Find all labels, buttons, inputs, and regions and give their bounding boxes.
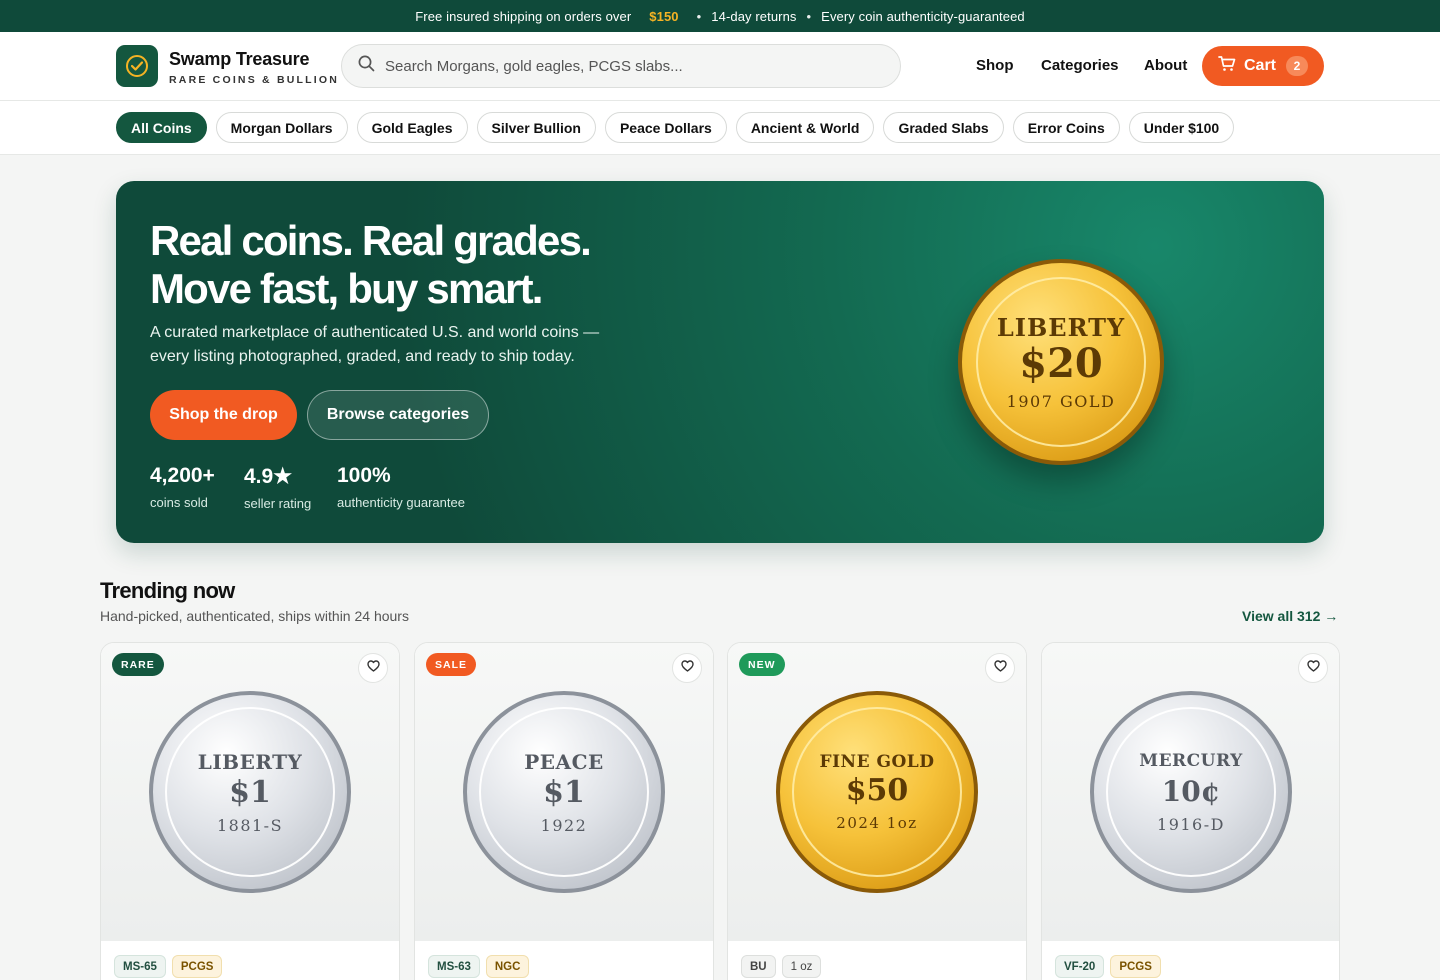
coin-bottom-text: 1922 xyxy=(540,815,588,835)
favorite-button[interactable] xyxy=(672,653,702,683)
hero-subtitle: A curated marketplace of authenticated U… xyxy=(150,324,600,365)
hero-banner: Real coins. Real grades. Move fast, buy … xyxy=(116,181,1324,543)
announcement-separator: • xyxy=(806,8,812,24)
stat-value: 4.9★ xyxy=(244,465,293,488)
product-tags: BU 1 oz xyxy=(741,955,822,978)
favorite-button[interactable] xyxy=(1298,653,1328,683)
grading-service-tag: PCGS xyxy=(1110,955,1161,978)
stat-coins-sold: 4,200+ coins sold xyxy=(150,464,215,510)
chip-morgan-dollars[interactable]: Morgan Dollars xyxy=(215,112,348,143)
hero-coin-image: LIBERTY $20 1907 GOLD xyxy=(958,259,1164,465)
search-icon xyxy=(358,55,375,77)
announcement-returns: 14-day returns xyxy=(711,8,797,24)
coin-top-text: PEACE xyxy=(524,749,604,774)
stat-label: coins sold xyxy=(150,495,208,510)
heart-icon xyxy=(680,659,694,677)
hero-title-line-1: Real coins. Real grades. xyxy=(150,217,592,264)
logo[interactable] xyxy=(116,45,158,87)
coin-top-text: MERCURY xyxy=(1139,750,1243,771)
category-chips: All Coins Morgan Dollars Gold Eagles Sil… xyxy=(0,101,1440,155)
cart-icon xyxy=(1218,55,1236,77)
coin-bottom-text: 1916-D xyxy=(1157,814,1225,834)
coin-denomination: $20 xyxy=(1019,340,1103,387)
coin-image: MERCURY 10¢ 1916-D xyxy=(1090,691,1292,893)
announcement-authenticity: Every coin authenticity-guaranteed xyxy=(821,8,1025,24)
stat-label: seller rating xyxy=(244,496,312,511)
coin-image: LIBERTY $1 1881-S xyxy=(149,691,351,893)
chip-under-100[interactable]: Under $100 xyxy=(1128,112,1235,143)
stat-authenticity: 100% authenticity guarantee xyxy=(337,464,465,510)
brand-tagline: RARE COINS & BULLION xyxy=(169,74,339,86)
stat-value: 100% xyxy=(337,464,391,487)
chip-error-coins[interactable]: Error Coins xyxy=(1012,112,1120,143)
coin-bottom-text: 1907 GOLD xyxy=(1006,392,1116,411)
coin-image: PEACE $1 1922 xyxy=(463,691,665,893)
cart-button[interactable]: Cart 2 xyxy=(1202,46,1324,86)
product-card[interactable]: SALE PEACE $1 1922 MS-63 NGC xyxy=(414,642,714,980)
grade-tag: VF-20 xyxy=(1055,955,1105,978)
site-header: Swamp Treasure RARE COINS & BULLION Shop… xyxy=(0,32,1440,101)
product-card[interactable]: MERCURY 10¢ 1916-D VF-20 PCGS xyxy=(1041,642,1340,980)
favorite-button[interactable] xyxy=(358,653,388,683)
grading-service-tag: PCGS xyxy=(171,955,223,978)
stat-value: 4,200+ xyxy=(150,464,215,487)
coin-denomination: $50 xyxy=(845,773,909,808)
grading-service-tag: NGC xyxy=(485,955,530,978)
product-badge: RARE xyxy=(112,653,164,676)
stat-seller-rating: 4.9★ seller rating xyxy=(244,464,311,511)
coin-top-text: LIBERTY xyxy=(197,749,303,774)
coin-image: FINE GOLD $50 2024 1oz xyxy=(776,691,978,893)
search-bar[interactable] xyxy=(341,44,901,88)
stat-label: authenticity guarantee xyxy=(337,495,465,510)
product-card[interactable]: RARE LIBERTY $1 1881-S MS-65 PCGS xyxy=(100,642,400,980)
nav-about[interactable]: About xyxy=(1144,57,1187,74)
search-input[interactable] xyxy=(385,57,865,75)
chip-all-coins[interactable]: All Coins xyxy=(116,112,207,143)
coin-denomination: 10¢ xyxy=(1161,774,1221,808)
heart-icon xyxy=(993,659,1007,677)
weight-tag: 1 oz xyxy=(781,955,822,978)
product-card[interactable]: NEW FINE GOLD $50 2024 1oz BU 1 oz xyxy=(727,642,1027,980)
brand-name[interactable]: Swamp Treasure xyxy=(169,49,309,70)
coin-bottom-text: 1881-S xyxy=(216,815,284,835)
nav-categories[interactable]: Categories xyxy=(1041,57,1119,74)
grade-tag: MS-63 xyxy=(428,955,480,978)
product-tags: MS-65 PCGS xyxy=(114,955,223,978)
coin-denomination: $1 xyxy=(543,774,585,810)
view-all-link[interactable]: View all 312 → xyxy=(1242,608,1338,624)
coin-bottom-text: 2024 1oz xyxy=(836,814,918,832)
product-badge: SALE xyxy=(426,653,477,676)
coin-top-text: FINE GOLD xyxy=(819,752,935,772)
section-subtitle: Hand-picked, authenticated, ships within… xyxy=(100,608,409,624)
chip-peace-dollars[interactable]: Peace Dollars xyxy=(604,112,727,143)
hero-title: Real coins. Real grades. Move fast, buy … xyxy=(150,217,592,313)
announcement-shipping-threshold: $150 xyxy=(649,8,679,24)
coin-top-text: LIBERTY xyxy=(996,313,1126,342)
heart-icon xyxy=(1306,659,1320,677)
grade-tag: MS-65 xyxy=(114,955,166,978)
nav-shop[interactable]: Shop xyxy=(976,57,1014,74)
chip-ancient-world[interactable]: Ancient & World xyxy=(735,112,875,143)
announcement-separator: • xyxy=(696,8,702,24)
cart-label: Cart xyxy=(1244,57,1277,74)
section-title: Trending now xyxy=(100,578,235,603)
hero-title-line-2: Move fast, buy smart. xyxy=(150,265,543,312)
chip-gold-eagles[interactable]: Gold Eagles xyxy=(356,112,468,143)
shop-the-drop-button[interactable]: Shop the drop xyxy=(150,390,297,440)
coin-denomination: $1 xyxy=(229,774,271,810)
product-badge: NEW xyxy=(739,653,785,676)
product-tags: VF-20 PCGS xyxy=(1055,955,1161,978)
favorite-button[interactable] xyxy=(985,653,1015,683)
browse-categories-button[interactable]: Browse categories xyxy=(307,390,489,440)
heart-icon xyxy=(366,659,380,677)
announcement-bar: Free insured shipping on orders over $15… xyxy=(0,0,1440,32)
check-circle-icon xyxy=(126,55,148,77)
cart-count-badge: 2 xyxy=(1286,56,1309,76)
chip-silver-bullion[interactable]: Silver Bullion xyxy=(476,112,596,143)
grade-tag: BU xyxy=(741,955,776,978)
chip-graded-slabs[interactable]: Graded Slabs xyxy=(883,112,1004,143)
product-tags: MS-63 NGC xyxy=(428,955,530,978)
announcement-shipping: Free insured shipping on orders over xyxy=(415,8,632,24)
